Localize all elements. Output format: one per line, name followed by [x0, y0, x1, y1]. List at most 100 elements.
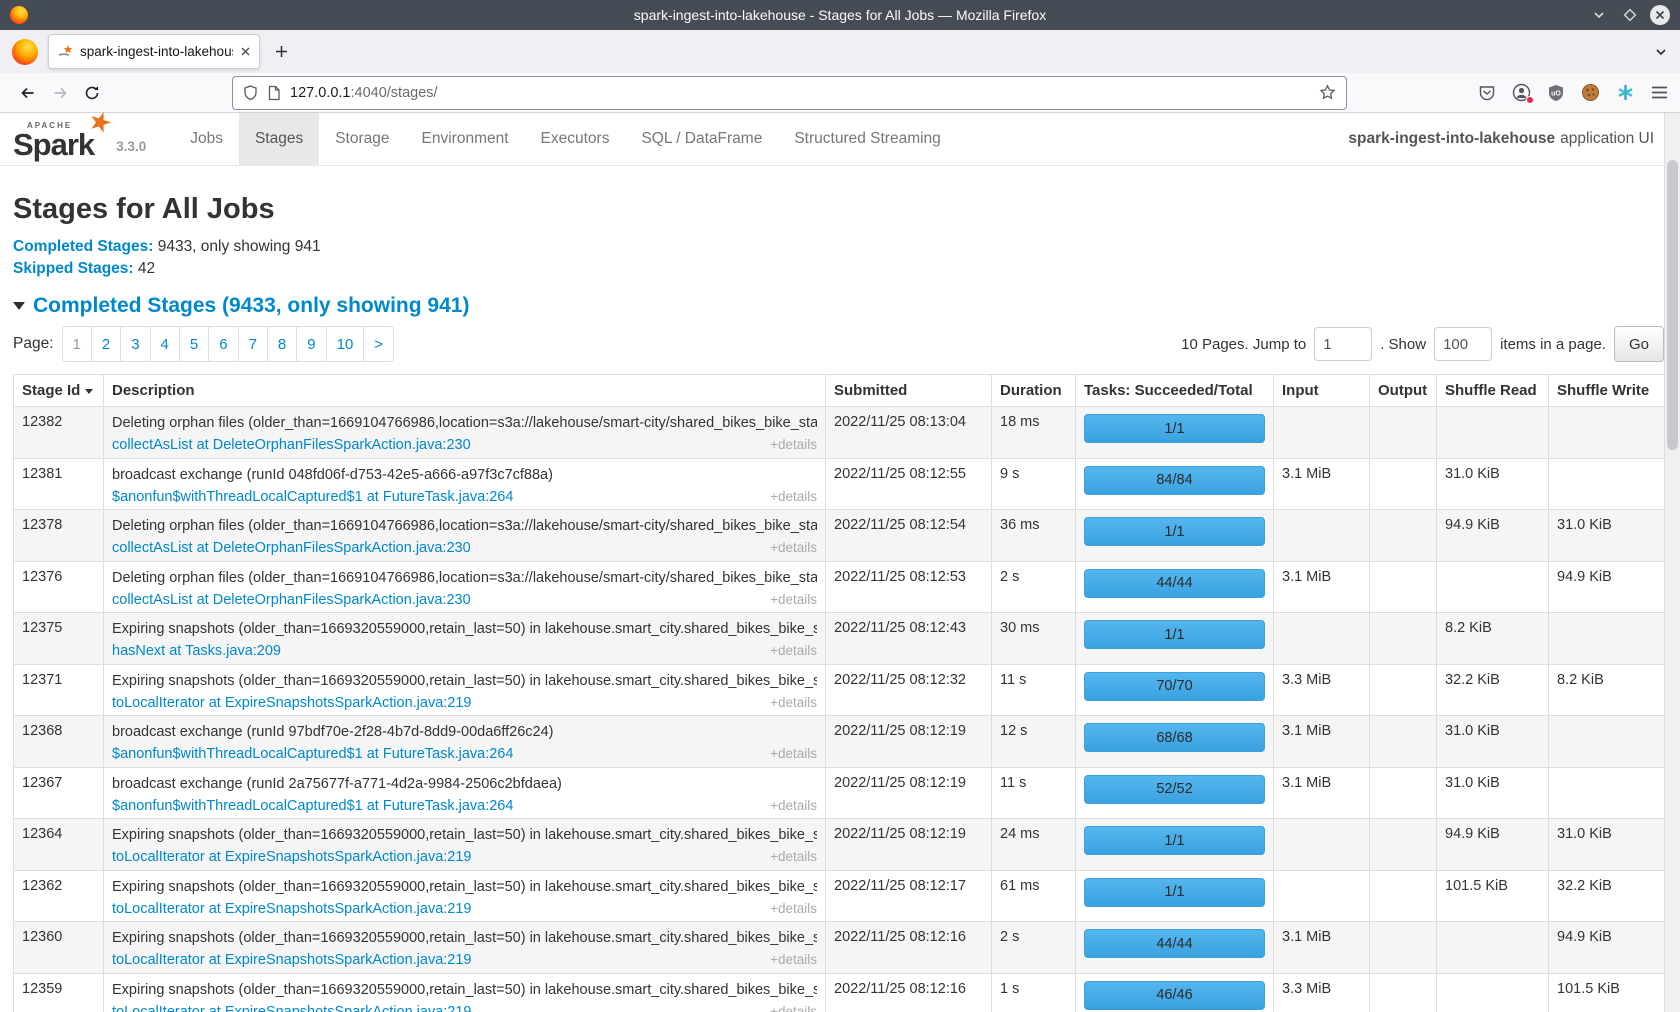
shuffle-read-cell: 94.9 KiB — [1437, 819, 1549, 871]
details-toggle[interactable]: +details — [770, 796, 817, 815]
stage-callsite-link[interactable]: collectAsList at DeleteOrphanFilesSparkA… — [112, 539, 471, 558]
tab-close-icon[interactable] — [240, 46, 251, 57]
stage-callsite-link[interactable]: $anonfun$withThreadLocalCaptured$1 at Fu… — [112, 488, 513, 507]
extension-asterisk-icon[interactable] — [1616, 83, 1635, 102]
spark-logo[interactable]: APACHE Spark ★ — [13, 121, 108, 160]
firefox-logo-icon — [10, 6, 28, 24]
page-button-next[interactable]: > — [363, 326, 394, 362]
page-button-6[interactable]: 6 — [208, 326, 238, 362]
items-in-page-text: items in a page. — [1500, 336, 1606, 353]
window-close-button[interactable] — [1650, 5, 1670, 25]
browser-tab[interactable]: spark-ingest-into-lakehous — [48, 34, 260, 69]
column-header-shuffle-read[interactable]: Shuffle Read — [1437, 375, 1549, 407]
duration-cell: 9 s — [992, 458, 1076, 510]
stage-callsite-link[interactable]: collectAsList at DeleteOrphanFilesSparkA… — [112, 591, 471, 610]
bookmark-star-icon[interactable] — [1319, 84, 1336, 101]
stage-callsite-link[interactable]: $anonfun$withThreadLocalCaptured$1 at Fu… — [112, 797, 513, 816]
stage-callsite-link[interactable]: hasNext at Tasks.java:209 — [112, 642, 281, 661]
shuffle-write-cell — [1549, 407, 1665, 459]
page-button-8[interactable]: 8 — [267, 326, 297, 362]
ublock-origin-icon[interactable]: uO — [1547, 84, 1565, 102]
page-info-icon[interactable] — [267, 85, 281, 101]
hamburger-menu-icon[interactable] — [1651, 85, 1668, 100]
stage-callsite-link[interactable]: toLocalIterator at ExpireSnapshotsSparkA… — [112, 694, 472, 713]
shield-icon[interactable] — [243, 85, 258, 101]
firefox-view-icon[interactable] — [12, 39, 38, 65]
url-text[interactable]: 127.0.0.1:4040/stages/ — [290, 85, 1310, 101]
column-header-submitted[interactable]: Submitted — [826, 375, 992, 407]
stage-row-12382: 12382Deleting orphan files (older_than=1… — [14, 407, 1665, 459]
window-minimize-button[interactable] — [1588, 4, 1610, 26]
details-toggle[interactable]: +details — [770, 1002, 817, 1012]
cookie-icon[interactable] — [1581, 83, 1600, 102]
account-profile-icon[interactable] — [1512, 83, 1531, 102]
nav-tab-stages[interactable]: Stages — [239, 113, 319, 165]
description-cell: Deleting orphan files (older_than=166910… — [104, 561, 826, 613]
description-cell: Expiring snapshots (older_than=166932055… — [104, 819, 826, 871]
nav-tab-executors[interactable]: Executors — [525, 113, 626, 165]
details-toggle[interactable]: +details — [770, 950, 817, 969]
completed-stages-section-header[interactable]: Completed Stages (9433, only showing 941… — [13, 294, 1664, 318]
column-header-description[interactable]: Description — [104, 375, 826, 407]
stage-id-cell: 12364 — [14, 819, 104, 871]
page-button-4[interactable]: 4 — [150, 326, 180, 362]
details-toggle[interactable]: +details — [770, 641, 817, 660]
stage-callsite-link[interactable]: toLocalIterator at ExpireSnapshotsSparkA… — [112, 900, 472, 919]
tasks-progress-bar: 44/44 — [1084, 929, 1265, 958]
column-header-shuffle-write[interactable]: Shuffle Write — [1549, 375, 1665, 407]
url-bar[interactable]: 127.0.0.1:4040/stages/ — [232, 76, 1347, 110]
window-maximize-button[interactable] — [1619, 4, 1641, 26]
details-toggle[interactable]: +details — [770, 487, 817, 506]
skipped-stages-label[interactable]: Skipped Stages: — [13, 260, 134, 277]
nav-tab-environment[interactable]: Environment — [406, 113, 525, 165]
page-button-1[interactable]: 1 — [62, 326, 92, 362]
column-header-tasks-succeeded-total[interactable]: Tasks: Succeeded/Total — [1076, 375, 1274, 407]
pocket-icon[interactable] — [1478, 84, 1496, 102]
column-header-output[interactable]: Output — [1370, 375, 1437, 407]
duration-cell: 11 s — [992, 767, 1076, 819]
go-button[interactable]: Go — [1614, 326, 1664, 362]
page-button-10[interactable]: 10 — [326, 326, 365, 362]
details-toggle[interactable]: +details — [770, 693, 817, 712]
tasks-cell: 1/1 — [1076, 510, 1274, 562]
details-toggle[interactable]: +details — [770, 590, 817, 609]
items-per-page-input[interactable] — [1434, 327, 1492, 361]
page-button-3[interactable]: 3 — [120, 326, 150, 362]
details-toggle[interactable]: +details — [770, 538, 817, 557]
page-button-7[interactable]: 7 — [238, 326, 268, 362]
tasks-cell: 46/46 — [1076, 973, 1274, 1012]
submitted-cell: 2022/11/25 08:12:16 — [826, 922, 992, 974]
completed-stages-label[interactable]: Completed Stages: — [13, 238, 153, 255]
scrollbar-thumb[interactable] — [1667, 160, 1678, 450]
details-toggle[interactable]: +details — [770, 899, 817, 918]
stage-callsite-link[interactable]: toLocalIterator at ExpireSnapshotsSparkA… — [112, 1003, 472, 1012]
page-button-9[interactable]: 9 — [296, 326, 326, 362]
nav-tab-sql-dataframe[interactable]: SQL / DataFrame — [625, 113, 778, 165]
details-toggle[interactable]: +details — [770, 847, 817, 866]
stage-callsite-link[interactable]: $anonfun$withThreadLocalCaptured$1 at Fu… — [112, 745, 513, 764]
shuffle-read-cell — [1437, 561, 1549, 613]
column-header-input[interactable]: Input — [1274, 375, 1370, 407]
nav-tab-jobs[interactable]: Jobs — [174, 113, 239, 165]
vertical-scrollbar[interactable] — [1664, 113, 1680, 1012]
page-button-2[interactable]: 2 — [91, 326, 121, 362]
page-button-5[interactable]: 5 — [179, 326, 209, 362]
jump-to-page-input[interactable] — [1314, 327, 1372, 361]
details-toggle[interactable]: +details — [770, 744, 817, 763]
nav-tab-structured-streaming[interactable]: Structured Streaming — [778, 113, 956, 165]
nav-tab-storage[interactable]: Storage — [319, 113, 405, 165]
stage-callsite-link[interactable]: toLocalIterator at ExpireSnapshotsSparkA… — [112, 848, 472, 867]
back-button[interactable] — [12, 77, 44, 109]
new-tab-button[interactable] — [274, 44, 289, 59]
column-header-duration[interactable]: Duration — [992, 375, 1076, 407]
column-header-stage-id[interactable]: Stage Id — [14, 375, 104, 407]
stage-callsite-link[interactable]: collectAsList at DeleteOrphanFilesSparkA… — [112, 436, 471, 455]
stage-row-12362: 12362Expiring snapshots (older_than=1669… — [14, 870, 1665, 922]
forward-button[interactable] — [44, 77, 76, 109]
details-toggle[interactable]: +details — [770, 435, 817, 454]
stage-callsite-link[interactable]: toLocalIterator at ExpireSnapshotsSparkA… — [112, 951, 472, 970]
list-all-tabs-icon[interactable] — [1654, 45, 1668, 59]
reload-button[interactable] — [76, 77, 108, 109]
spark-logo-name: Spark — [13, 127, 94, 162]
stage-id-cell: 12368 — [14, 716, 104, 768]
